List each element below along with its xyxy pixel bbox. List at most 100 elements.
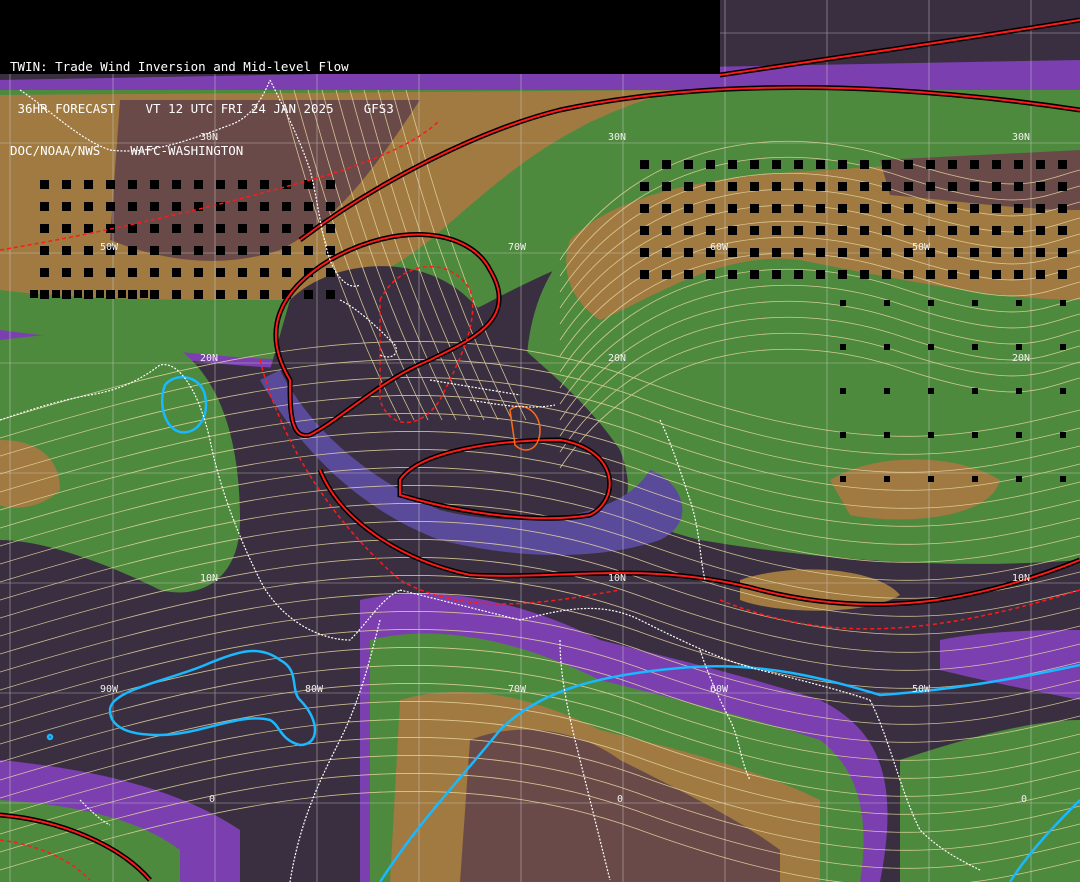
inversion-marker: [750, 160, 759, 169]
inversion-marker: [172, 224, 181, 233]
inversion-marker: [52, 290, 60, 298]
inversion-marker: [1016, 432, 1022, 438]
inversion-marker: [972, 300, 978, 306]
inversion-marker: [260, 202, 269, 211]
inversion-marker: [926, 182, 935, 191]
inversion-marker: [1014, 204, 1023, 213]
inversion-marker: [838, 204, 847, 213]
inversion-marker: [972, 432, 978, 438]
inversion-marker: [948, 160, 957, 169]
inversion-marker: [840, 300, 846, 306]
inversion-marker: [948, 204, 957, 213]
inversion-marker: [172, 246, 181, 255]
inversion-marker: [794, 270, 803, 279]
inversion-marker: [684, 226, 693, 235]
inversion-marker: [840, 432, 846, 438]
inversion-marker: [150, 290, 159, 299]
inversion-marker: [106, 268, 115, 277]
inversion-marker: [772, 226, 781, 235]
inversion-marker: [216, 224, 225, 233]
inversion-marker: [282, 202, 291, 211]
inversion-marker: [728, 160, 737, 169]
inversion-marker: [992, 160, 1001, 169]
lon-label-90w: 90W: [100, 684, 119, 695]
inversion-marker: [1016, 388, 1022, 394]
lat-label-30n: 30N: [608, 132, 627, 143]
inversion-marker: [838, 226, 847, 235]
inversion-marker: [1014, 182, 1023, 191]
inversion-marker: [1058, 226, 1067, 235]
inversion-marker: [326, 290, 335, 299]
inversion-marker: [904, 204, 913, 213]
inversion-marker: [904, 160, 913, 169]
twin-forecast-map: TWIN: Trade Wind Inversion and Mid-level…: [0, 0, 1080, 882]
inversion-marker: [970, 248, 979, 257]
inversion-marker: [40, 224, 49, 233]
inversion-marker: [1060, 432, 1066, 438]
inversion-marker: [728, 270, 737, 279]
inversion-marker: [194, 290, 203, 299]
header-title: TWIN: Trade Wind Inversion and Mid-level…: [10, 59, 349, 74]
inversion-marker: [972, 476, 978, 482]
inversion-marker: [860, 160, 869, 169]
inversion-marker: [96, 290, 104, 298]
lat-label-30n: 30N: [200, 132, 219, 143]
header-valid-time: 36HR FORECAST VT 12 UTC FRI 24 JAN 2025 …: [10, 101, 394, 116]
inversion-marker: [794, 226, 803, 235]
inversion-marker: [1036, 226, 1045, 235]
inversion-marker: [304, 290, 313, 299]
inversion-marker: [926, 160, 935, 169]
lon-label-70w: 70W: [508, 242, 527, 253]
inversion-marker: [260, 268, 269, 277]
inversion-marker: [128, 202, 137, 211]
inversion-marker: [928, 432, 934, 438]
inversion-marker: [1058, 182, 1067, 191]
lon-label-60w: 60W: [710, 242, 729, 253]
inversion-marker: [1014, 226, 1023, 235]
inversion-marker: [840, 344, 846, 350]
inversion-marker: [992, 204, 1001, 213]
inversion-marker: [816, 160, 825, 169]
inversion-marker: [84, 290, 93, 299]
inversion-marker: [216, 290, 225, 299]
inversion-marker: [1058, 270, 1067, 279]
inversion-marker: [840, 476, 846, 482]
lat-label-20n: 20N: [1012, 353, 1031, 364]
lat-label-10n: 10N: [200, 573, 219, 584]
inversion-marker: [1058, 204, 1067, 213]
inversion-marker: [750, 182, 759, 191]
inversion-marker: [860, 270, 869, 279]
inversion-marker: [62, 202, 71, 211]
inversion-marker: [150, 202, 159, 211]
inversion-marker: [304, 246, 313, 255]
inversion-marker: [662, 270, 671, 279]
inversion-marker: [260, 290, 269, 299]
eq-label: 0: [209, 794, 216, 805]
inversion-marker: [884, 300, 890, 306]
inversion-marker: [326, 202, 335, 211]
inversion-marker: [640, 204, 649, 213]
inversion-marker: [772, 160, 781, 169]
inversion-marker: [928, 388, 934, 394]
inversion-marker: [1036, 160, 1045, 169]
lon-label-50w: 50W: [912, 684, 931, 695]
inversion-marker: [992, 248, 1001, 257]
inversion-marker: [816, 248, 825, 257]
inversion-marker: [884, 388, 890, 394]
inversion-marker: [794, 204, 803, 213]
inversion-marker: [684, 248, 693, 257]
inversion-marker: [1036, 270, 1045, 279]
inversion-marker: [326, 268, 335, 277]
eq-label: 0: [1021, 794, 1028, 805]
lat-label-30n: 30N: [1012, 132, 1031, 143]
inversion-marker: [970, 226, 979, 235]
inversion-marker: [238, 224, 247, 233]
inversion-marker: [662, 248, 671, 257]
inversion-marker: [150, 246, 159, 255]
inversion-marker: [772, 182, 781, 191]
inversion-marker: [662, 226, 671, 235]
inversion-marker: [128, 268, 137, 277]
inversion-marker: [926, 270, 935, 279]
inversion-marker: [948, 270, 957, 279]
inversion-marker: [684, 270, 693, 279]
